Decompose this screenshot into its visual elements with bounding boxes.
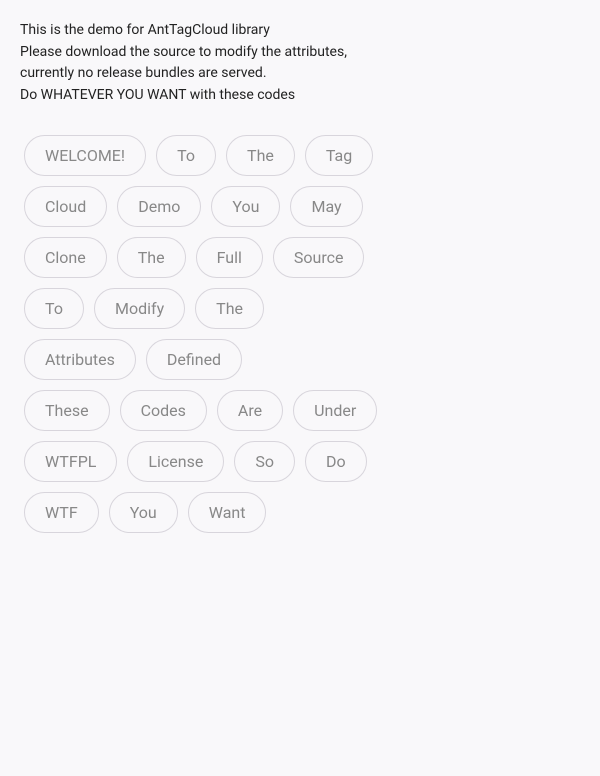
tag-1-3[interactable]: May <box>290 186 362 227</box>
tag-row-1: CloudDemoYouMay <box>24 186 576 227</box>
tag-3-1[interactable]: Modify <box>94 288 185 329</box>
tag-6-0[interactable]: WTFPL <box>24 441 117 482</box>
tag-4-0[interactable]: Attributes <box>24 339 136 380</box>
tag-5-1[interactable]: Codes <box>120 390 207 431</box>
tag-row-4: AttributesDefined <box>24 339 576 380</box>
tag-7-2[interactable]: Want <box>188 492 267 533</box>
tag-1-1[interactable]: Demo <box>117 186 201 227</box>
tag-5-2[interactable]: Are <box>217 390 283 431</box>
tag-0-0[interactable]: WELCOME! <box>24 135 146 176</box>
tag-row-6: WTFPLLicenseSoDo <box>24 441 576 482</box>
tag-cloud: WELCOME!ToTheTagCloudDemoYouMayCloneTheF… <box>20 135 580 533</box>
tag-row-0: WELCOME!ToTheTag <box>24 135 576 176</box>
tag-7-1[interactable]: You <box>109 492 178 533</box>
tag-6-3[interactable]: Do <box>305 441 367 482</box>
tag-7-0[interactable]: WTF <box>24 492 99 533</box>
description-text: This is the demo for AntTagCloud library… <box>20 20 580 107</box>
tag-1-2[interactable]: You <box>211 186 280 227</box>
tag-5-3[interactable]: Under <box>293 390 377 431</box>
tag-3-0[interactable]: To <box>24 288 84 329</box>
tag-2-2[interactable]: Full <box>196 237 263 278</box>
tag-3-2[interactable]: The <box>195 288 264 329</box>
tag-row-2: CloneTheFullSource <box>24 237 576 278</box>
tag-1-0[interactable]: Cloud <box>24 186 107 227</box>
tag-0-1[interactable]: To <box>156 135 216 176</box>
tag-5-0[interactable]: These <box>24 390 110 431</box>
tag-row-7: WTFYouWant <box>24 492 576 533</box>
tag-6-2[interactable]: So <box>234 441 295 482</box>
tag-2-3[interactable]: Source <box>273 237 365 278</box>
tag-6-1[interactable]: License <box>127 441 224 482</box>
tag-row-3: ToModifyThe <box>24 288 576 329</box>
tag-2-1[interactable]: The <box>117 237 186 278</box>
tag-row-5: TheseCodesAreUnder <box>24 390 576 431</box>
tag-4-1[interactable]: Defined <box>146 339 242 380</box>
tag-0-3[interactable]: Tag <box>305 135 373 176</box>
tag-2-0[interactable]: Clone <box>24 237 107 278</box>
tag-0-2[interactable]: The <box>226 135 295 176</box>
